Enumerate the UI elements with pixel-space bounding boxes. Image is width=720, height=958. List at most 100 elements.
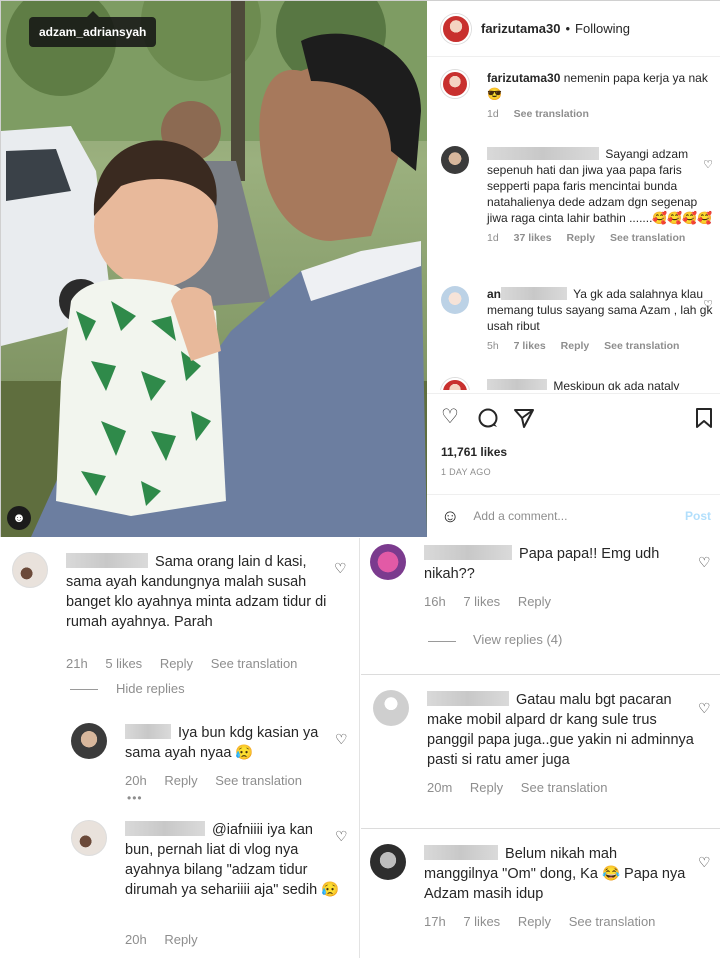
reply-meta: 20h Reply xyxy=(125,932,212,947)
comment-text: Gatau malu bgt pacaran make mobil alpard… xyxy=(427,690,697,770)
comment-likes[interactable]: 7 likes xyxy=(514,340,546,352)
avatar[interactable] xyxy=(71,820,107,856)
hide-replies-button[interactable]: Hide replies xyxy=(116,681,185,696)
reply-button[interactable]: Reply xyxy=(164,932,197,947)
heart-icon[interactable]: ♡ xyxy=(335,731,348,748)
blurred-username xyxy=(125,821,205,836)
comments-list[interactable]: farizutama30 nemenin papa kerja ya nak 😎… xyxy=(427,58,720,390)
comment-likes[interactable]: 7 likes xyxy=(463,914,500,929)
comment-meta: 21h 5 likes Reply See translation xyxy=(66,656,311,671)
blurred-username xyxy=(66,553,148,568)
avatar[interactable] xyxy=(370,544,406,580)
comment-item: Belum nikah mah manggilnya "Om" dong, Ka… xyxy=(370,844,715,944)
comment-text: Papa papa!! Emg udh nikah?? xyxy=(424,544,684,584)
avatar[interactable] xyxy=(441,13,471,44)
reply-text: @iafniiii iya kan bun, pernah liat di vl… xyxy=(125,820,345,900)
comment-likes[interactable]: 5 likes xyxy=(105,656,142,671)
reply-button[interactable]: Reply xyxy=(518,594,551,609)
avatar[interactable] xyxy=(12,552,48,588)
heart-icon[interactable]: ♡ xyxy=(698,854,711,871)
bookmark-icon[interactable] xyxy=(695,407,713,433)
reply-time: 20h xyxy=(125,773,147,788)
reply-text: Iya bun kdg kasian ya sama ayah nyaa 😥 xyxy=(125,723,335,763)
user-tag-label[interactable]: adzam_adriansyah xyxy=(29,11,157,47)
heart-icon[interactable]: ♡ xyxy=(334,560,347,577)
see-translation-link[interactable]: See translation xyxy=(569,914,656,929)
heart-icon[interactable]: ♡ xyxy=(335,828,348,845)
following-button[interactable]: Following xyxy=(575,21,630,36)
avatar[interactable] xyxy=(441,378,469,390)
reply-button[interactable]: Reply xyxy=(561,340,590,352)
comment-time: 21h xyxy=(66,656,88,671)
comment-text: Belum nikah mah manggilnya "Om" dong, Ka… xyxy=(424,844,694,904)
see-translation-link[interactable]: See translation xyxy=(215,773,302,788)
user-tag-icon[interactable]: ☻ xyxy=(7,506,31,530)
heart-icon[interactable]: ♡ xyxy=(698,700,711,717)
post-header: farizutama30 • Following xyxy=(427,1,720,57)
blurred-username xyxy=(424,545,512,560)
heart-icon[interactable]: ♡ xyxy=(703,158,713,171)
share-icon[interactable] xyxy=(513,407,535,433)
comment-text: Meskipun gk ada nataly xyxy=(553,379,680,390)
reply-button[interactable]: Reply xyxy=(470,780,503,795)
mention-link[interactable]: @iafniiii xyxy=(212,822,263,838)
avatar[interactable] xyxy=(441,146,469,174)
right-comments-panel: Papa papa!! Emg udh nikah?? ♡ 16h 7 like… xyxy=(361,538,720,958)
avatar[interactable] xyxy=(373,690,409,726)
divider xyxy=(70,689,98,690)
blurred-username xyxy=(427,691,509,706)
heart-icon[interactable]: ♡ xyxy=(698,554,711,571)
heart-icon[interactable]: ♡ xyxy=(441,407,459,427)
reply-button[interactable]: Reply xyxy=(164,773,197,788)
emoji-icon[interactable]: ☺ xyxy=(441,506,459,527)
comment-item: Sama orang lain d kasi, sama ayah kandun… xyxy=(12,552,352,682)
view-replies-button[interactable]: View replies (4) xyxy=(473,632,562,647)
reply-item: @iafniiii iya kan bun, pernah liat di vl… xyxy=(71,820,356,958)
comment-meta: 16h 7 likes Reply xyxy=(424,594,565,609)
reply-button[interactable]: Reply xyxy=(566,232,595,244)
add-comment-bar: ☺ Add a comment... Post xyxy=(427,494,720,537)
more-options-icon[interactable]: ••• xyxy=(127,791,143,805)
comment-item: an Ya gk ada salahnya klau memang tulus … xyxy=(441,286,713,354)
comment-time: 5h xyxy=(487,340,499,352)
blurred-username xyxy=(125,724,171,739)
comment-likes[interactable]: 37 likes xyxy=(514,232,552,244)
caption-username[interactable]: farizutama30 xyxy=(487,71,560,85)
comment-icon[interactable] xyxy=(477,407,499,433)
likes-count[interactable]: 11,761 likes xyxy=(441,445,507,459)
avatar[interactable] xyxy=(441,286,469,314)
blurred-username xyxy=(487,147,599,160)
comment-time: 16h xyxy=(424,594,446,609)
avatar[interactable] xyxy=(71,723,107,759)
comment-text: Sama orang lain d kasi, sama ayah kandun… xyxy=(66,552,331,632)
heart-icon[interactable]: ♡ xyxy=(703,298,713,311)
reply-meta: 20h Reply See translation xyxy=(125,773,316,788)
see-translation-link[interactable]: See translation xyxy=(211,656,298,671)
instagram-post: adzam_adriansyah ☻ farizutama30 • Follow… xyxy=(0,0,720,537)
see-translation-link[interactable]: See translation xyxy=(514,108,589,120)
see-translation-link[interactable]: See translation xyxy=(521,780,608,795)
caption: farizutama30 nemenin papa kerja ya nak 😎… xyxy=(441,70,713,122)
avatar[interactable] xyxy=(370,844,406,880)
post-sidebar: farizutama30 • Following farizutama30 ne… xyxy=(427,1,720,537)
reply-button[interactable]: Reply xyxy=(160,656,193,671)
blurred-username xyxy=(424,845,498,860)
divider xyxy=(428,641,456,642)
reply-item: Iya bun kdg kasian ya sama ayah nyaa 😥 ♡… xyxy=(71,723,356,803)
see-translation-link[interactable]: See translation xyxy=(604,340,679,352)
header-username[interactable]: farizutama30 xyxy=(481,21,560,36)
avatar[interactable] xyxy=(441,70,469,98)
add-comment-input[interactable]: Add a comment... xyxy=(473,509,685,523)
post-date: 1 DAY AGO xyxy=(441,467,491,477)
post-button[interactable]: Post xyxy=(685,509,711,523)
reply-time: 20h xyxy=(125,932,147,947)
post-photo[interactable]: adzam_adriansyah ☻ xyxy=(1,1,427,537)
reply-button[interactable]: Reply xyxy=(518,914,551,929)
comment-likes[interactable]: 7 likes xyxy=(463,594,500,609)
comment-username-prefix[interactable]: an xyxy=(487,287,501,301)
caption-time: 1d xyxy=(487,108,499,120)
comment-time: 1d xyxy=(487,232,499,244)
comment-item: Gatau malu bgt pacaran make mobil alpard… xyxy=(373,690,718,800)
comment-time: 17h xyxy=(424,914,446,929)
see-translation-link[interactable]: See translation xyxy=(610,232,685,244)
